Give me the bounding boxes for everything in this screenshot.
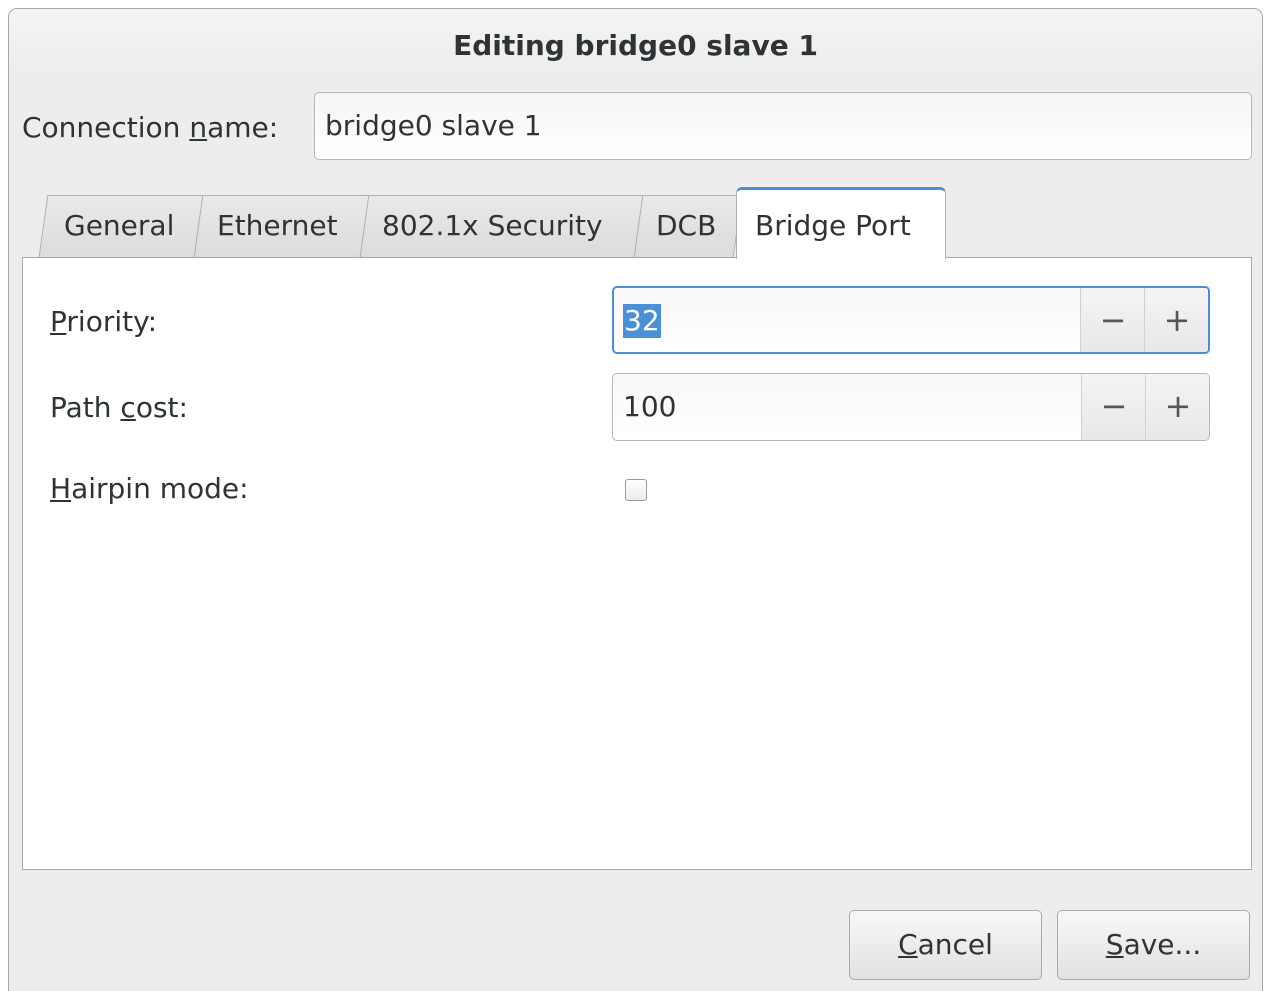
cancel-button-label: ancel xyxy=(917,928,993,961)
cancel-button[interactable]: Cancel xyxy=(849,910,1042,980)
priority-label: Priority: xyxy=(50,305,157,338)
hairpin-mode-label-rest: airpin mode: xyxy=(71,472,249,505)
title-bar[interactable]: Editing bridge0 slave 1 xyxy=(9,9,1262,81)
save-button-label: ave... xyxy=(1123,928,1202,961)
path-cost-label-mnemonic: c xyxy=(120,391,136,424)
priority-label-mnemonic: P xyxy=(50,305,67,338)
cancel-button-mnemonic: C xyxy=(898,928,918,961)
save-button-mnemonic: S xyxy=(1105,928,1124,961)
tab-dcb-label: DCB xyxy=(656,209,717,242)
tab-8021x-security-label: 802.1x Security xyxy=(382,209,603,242)
dialog-window: Editing bridge0 slave 1 Connection name:… xyxy=(8,8,1263,991)
connection-name-label-post: ame: xyxy=(207,111,279,144)
hairpin-mode-label: Hairpin mode: xyxy=(50,472,249,505)
hairpin-mode-label-mnemonic: H xyxy=(50,472,72,505)
priority-increment-button[interactable]: + xyxy=(1144,288,1208,352)
hairpin-mode-checkbox[interactable] xyxy=(625,479,647,501)
tab-ethernet-label: Ethernet xyxy=(217,209,338,242)
path-cost-decrement-button[interactable]: − xyxy=(1081,374,1146,440)
connection-name-label: Connection name: xyxy=(22,111,278,144)
tab-bridge-port-label: Bridge Port xyxy=(755,209,911,242)
dialog-title: Editing bridge0 slave 1 xyxy=(453,29,818,62)
connection-name-input[interactable]: bridge0 slave 1 xyxy=(314,92,1252,160)
path-cost-label-post: ost: xyxy=(135,391,188,424)
path-cost-increment-button[interactable]: + xyxy=(1145,374,1209,440)
connection-name-label-pre: Connection xyxy=(22,111,190,144)
tab-general-label: General xyxy=(64,209,175,242)
priority-spinbutton[interactable]: 32 − + xyxy=(612,286,1210,354)
path-cost-spinbutton[interactable]: 100 − + xyxy=(612,373,1210,441)
priority-label-rest: riority: xyxy=(66,305,158,338)
priority-value[interactable]: 32 xyxy=(623,304,661,338)
connection-name-label-mnemonic: n xyxy=(189,111,208,144)
path-cost-value[interactable]: 100 xyxy=(623,374,676,440)
path-cost-label-pre: Path xyxy=(50,391,121,424)
priority-decrement-button[interactable]: − xyxy=(1080,288,1145,352)
path-cost-label: Path cost: xyxy=(50,391,188,424)
save-button[interactable]: Save... xyxy=(1057,910,1250,980)
